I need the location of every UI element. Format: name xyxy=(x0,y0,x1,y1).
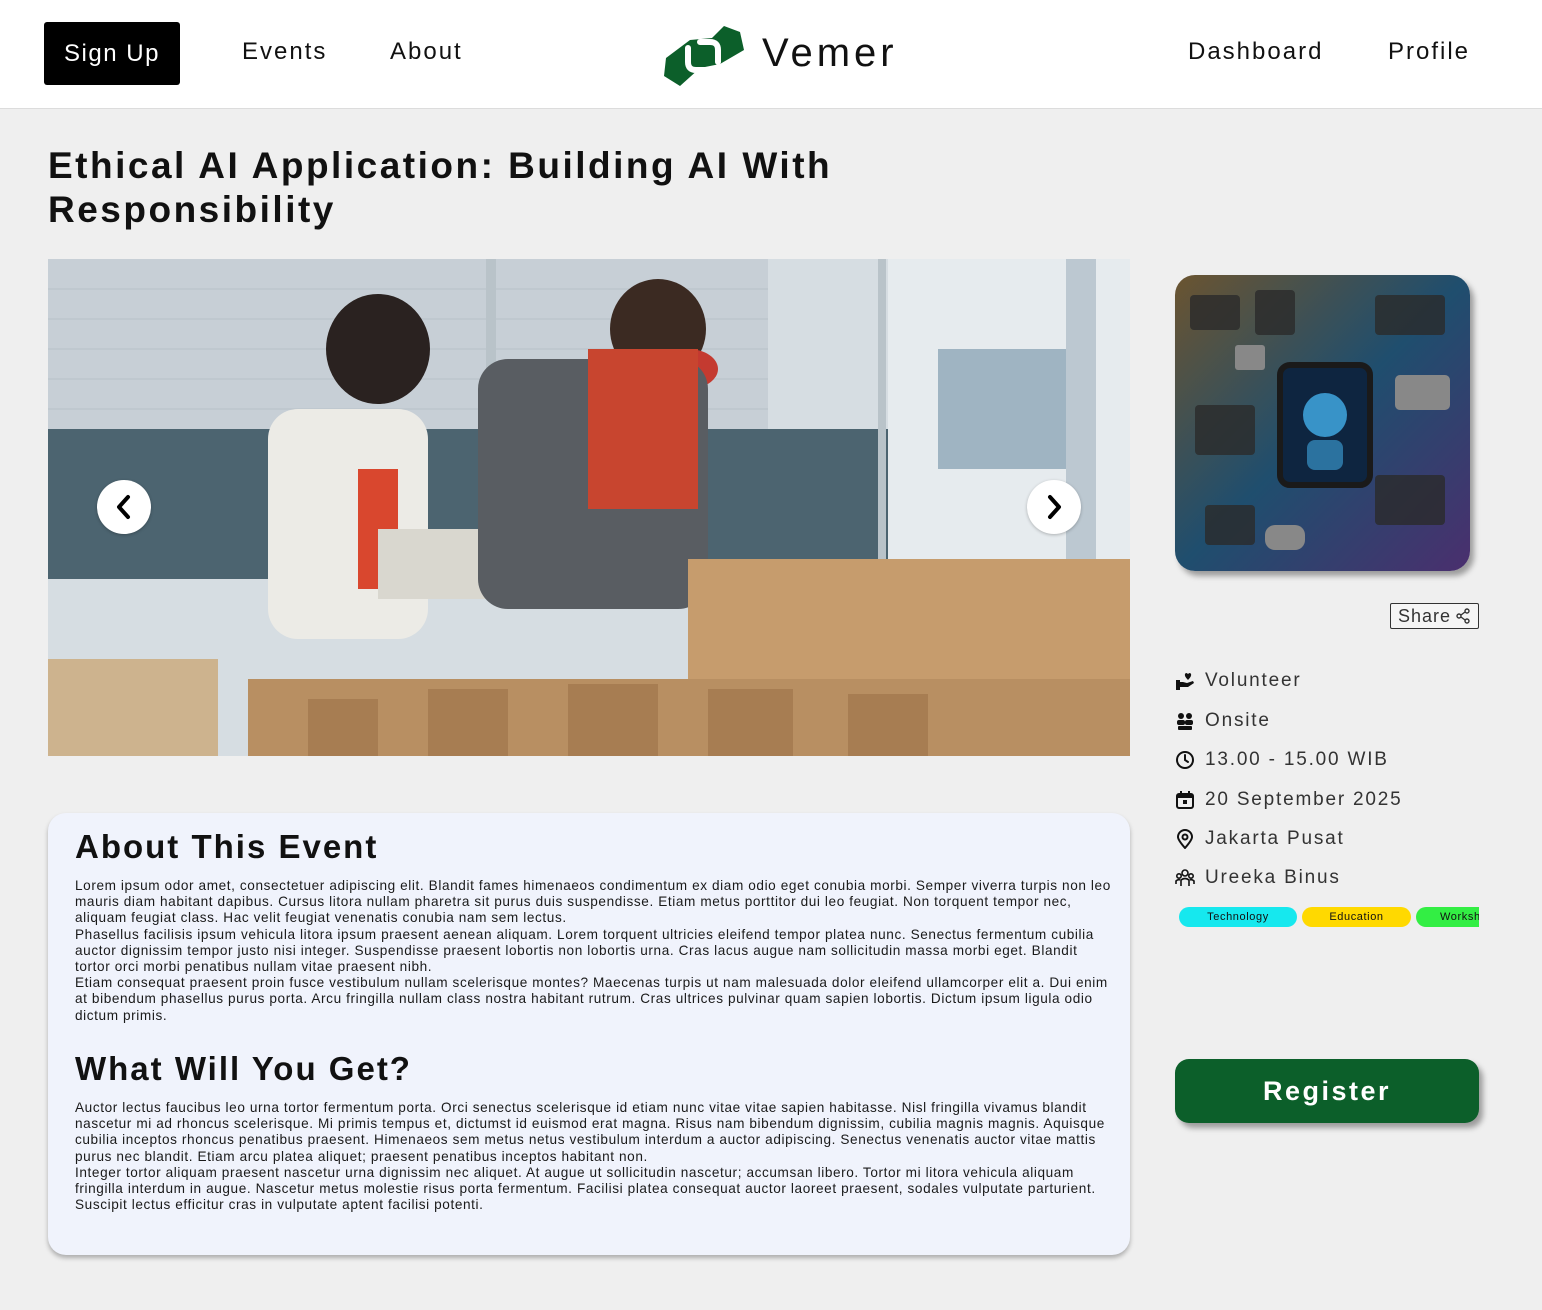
event-organizer-row: Ureeka Binus xyxy=(1175,867,1341,889)
nav-link-events[interactable]: Events xyxy=(242,38,327,66)
event-tags: TechnologyEducationWorkshop xyxy=(1179,907,1479,927)
benefits-text: Auctor lectus faucibus leo urna tortor f… xyxy=(75,1100,1105,1213)
nav-link-about[interactable]: About xyxy=(390,38,463,66)
event-title: Ethical AI Application: Building AI With… xyxy=(48,145,833,230)
top-navbar: Sign Up Events About Vemer Dashboard Pro… xyxy=(0,0,1542,109)
share-button[interactable]: Share xyxy=(1390,603,1479,629)
event-location-row: Jakarta Pusat xyxy=(1175,828,1345,850)
event-description-card: About This Event Lorem ipsum odor amet, … xyxy=(48,813,1130,1255)
brand-home-link[interactable]: Vemer xyxy=(660,18,898,88)
event-mode-row: Onsite xyxy=(1175,710,1271,732)
calendar-icon xyxy=(1175,790,1195,810)
nav-link-profile[interactable]: Profile xyxy=(1388,38,1470,66)
event-time-row: 13.00 - 15.00 WIB xyxy=(1175,749,1389,771)
map-pin-icon xyxy=(1175,829,1195,849)
carousel-next-button[interactable] xyxy=(1027,480,1081,534)
brand-name: Vemer xyxy=(762,30,898,75)
event-date-row: 20 September 2025 xyxy=(1175,789,1403,811)
tag-workshop[interactable]: Workshop xyxy=(1416,907,1479,927)
share-icon xyxy=(1456,608,1470,624)
chevron-right-icon xyxy=(1048,495,1061,519)
carousel-photo xyxy=(48,259,1130,756)
carousel-prev-button[interactable] xyxy=(97,480,151,534)
chevron-left-icon xyxy=(117,495,130,519)
clock-icon xyxy=(1175,750,1195,770)
event-mode-text: Onsite xyxy=(1205,710,1271,731)
event-date-text: 20 September 2025 xyxy=(1205,789,1403,810)
tag-technology[interactable]: Technology xyxy=(1179,907,1297,927)
volunteer-hand-heart-icon xyxy=(1175,671,1195,691)
event-thumbnail xyxy=(1175,275,1470,571)
event-type-row: Volunteer xyxy=(1175,670,1302,692)
vemer-logo-icon xyxy=(664,26,744,86)
about-heading: About This Event xyxy=(75,828,379,865)
people-group-icon xyxy=(1175,711,1195,731)
event-organizer-text: Ureeka Binus xyxy=(1205,867,1341,888)
nav-link-dashboard[interactable]: Dashboard xyxy=(1188,38,1323,66)
event-photo-carousel[interactable] xyxy=(48,259,1130,756)
about-text: Lorem ipsum odor amet, consectetuer adip… xyxy=(75,878,1111,1023)
tag-education[interactable]: Education xyxy=(1302,907,1411,927)
event-type-text: Volunteer xyxy=(1205,670,1302,691)
benefits-heading: What Will You Get? xyxy=(75,1050,412,1087)
event-time-text: 13.00 - 15.00 WIB xyxy=(1205,749,1389,770)
sign-up-button[interactable]: Sign Up xyxy=(44,22,180,85)
organization-users-icon xyxy=(1175,868,1195,888)
share-label: Share xyxy=(1397,605,1452,626)
event-location-text: Jakarta Pusat xyxy=(1205,828,1345,849)
register-button[interactable]: Register xyxy=(1175,1059,1479,1123)
